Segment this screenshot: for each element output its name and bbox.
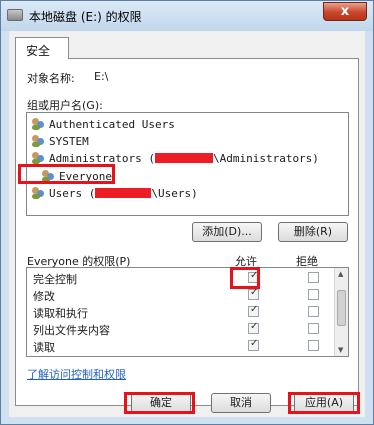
drive-icon bbox=[7, 9, 23, 21]
users-group-icon bbox=[31, 186, 45, 200]
allow-checkbox[interactable] bbox=[248, 321, 259, 334]
allow-checkbox[interactable] bbox=[248, 304, 259, 317]
permission-row: 完全控制 bbox=[27, 270, 333, 286]
permission-name: 读取和执行 bbox=[33, 307, 88, 320]
highlight-apply-button bbox=[288, 392, 360, 414]
permission-row: 读取和执行 bbox=[27, 304, 333, 320]
users-group-icon bbox=[31, 151, 45, 165]
scroll-thumb[interactable] bbox=[337, 290, 346, 326]
users-group-icon bbox=[31, 117, 45, 131]
deny-checkbox[interactable] bbox=[308, 340, 319, 351]
cancel-button[interactable]: 取消 bbox=[211, 393, 271, 413]
permission-name: 读取 bbox=[33, 341, 55, 354]
window-title: 本地磁盘 (E:) 的权限 bbox=[29, 10, 142, 24]
list-item-label: SYSTEM bbox=[49, 135, 89, 148]
allow-checkbox[interactable] bbox=[248, 287, 259, 300]
redacted-domain bbox=[95, 188, 152, 198]
close-button[interactable]: x bbox=[323, 2, 367, 21]
object-name-value: E:\ bbox=[94, 70, 109, 83]
deny-checkbox[interactable] bbox=[308, 289, 319, 300]
users-group-icon bbox=[31, 134, 45, 148]
remove-button[interactable]: 删除(R) bbox=[278, 222, 348, 242]
learn-access-control-link[interactable]: 了解访问控制和权限 bbox=[27, 366, 126, 382]
title-bar[interactable]: 本地磁盘 (E:) 的权限 x bbox=[1, 1, 373, 31]
list-item-label-suffix: \Administrators) bbox=[212, 152, 319, 165]
deny-checkbox[interactable] bbox=[308, 306, 319, 317]
security-tab-panel: 对象名称: E:\ 组或用户名(G): Authenticated Users bbox=[15, 58, 359, 406]
allow-checkbox[interactable] bbox=[248, 338, 259, 351]
permissions-scrollbar[interactable]: ▲ ▼ bbox=[334, 268, 348, 356]
permissions-dialog: 本地磁盘 (E:) 的权限 x 安全 对象名称: E:\ 组或用户名(G): A… bbox=[0, 0, 374, 425]
highlight-ok-button bbox=[124, 392, 195, 414]
tab-security[interactable]: 安全 bbox=[15, 37, 69, 59]
list-item[interactable]: Authenticated Users bbox=[31, 117, 175, 134]
scroll-up-icon[interactable]: ▲ bbox=[338, 270, 343, 278]
dialog-client: 安全 对象名称: E:\ 组或用户名(G): Authenticated Use… bbox=[9, 31, 365, 417]
permission-name: 完全控制 bbox=[33, 273, 77, 286]
list-item-label-suffix: \Users) bbox=[151, 187, 198, 200]
deny-checkbox[interactable] bbox=[308, 272, 319, 283]
list-item-label: Authenticated Users bbox=[49, 118, 175, 131]
highlight-everyone bbox=[18, 164, 115, 184]
permission-name: 列出文件夹内容 bbox=[33, 324, 110, 337]
redacted-domain bbox=[154, 153, 213, 163]
groups-label: 组或用户名(G): bbox=[27, 99, 103, 112]
permission-row: 修改 bbox=[27, 287, 333, 303]
object-name-label: 对象名称: bbox=[27, 72, 75, 85]
list-item[interactable]: Users ( \Users) bbox=[31, 186, 198, 203]
permission-row: 读取 bbox=[27, 338, 333, 354]
deny-checkbox[interactable] bbox=[308, 323, 319, 334]
scroll-down-icon[interactable]: ▼ bbox=[338, 346, 343, 354]
list-item-label: Users ( bbox=[49, 187, 96, 200]
highlight-full-control-allow bbox=[230, 267, 260, 289]
permission-name: 修改 bbox=[33, 290, 55, 303]
permission-row: 列出文件夹内容 bbox=[27, 321, 333, 337]
add-button[interactable]: 添加(D)... bbox=[192, 222, 262, 242]
list-item[interactable]: SYSTEM bbox=[31, 134, 89, 151]
permissions-list: 完全控制 修改 读取和执行 列出文件夹内容 bbox=[26, 267, 349, 357]
